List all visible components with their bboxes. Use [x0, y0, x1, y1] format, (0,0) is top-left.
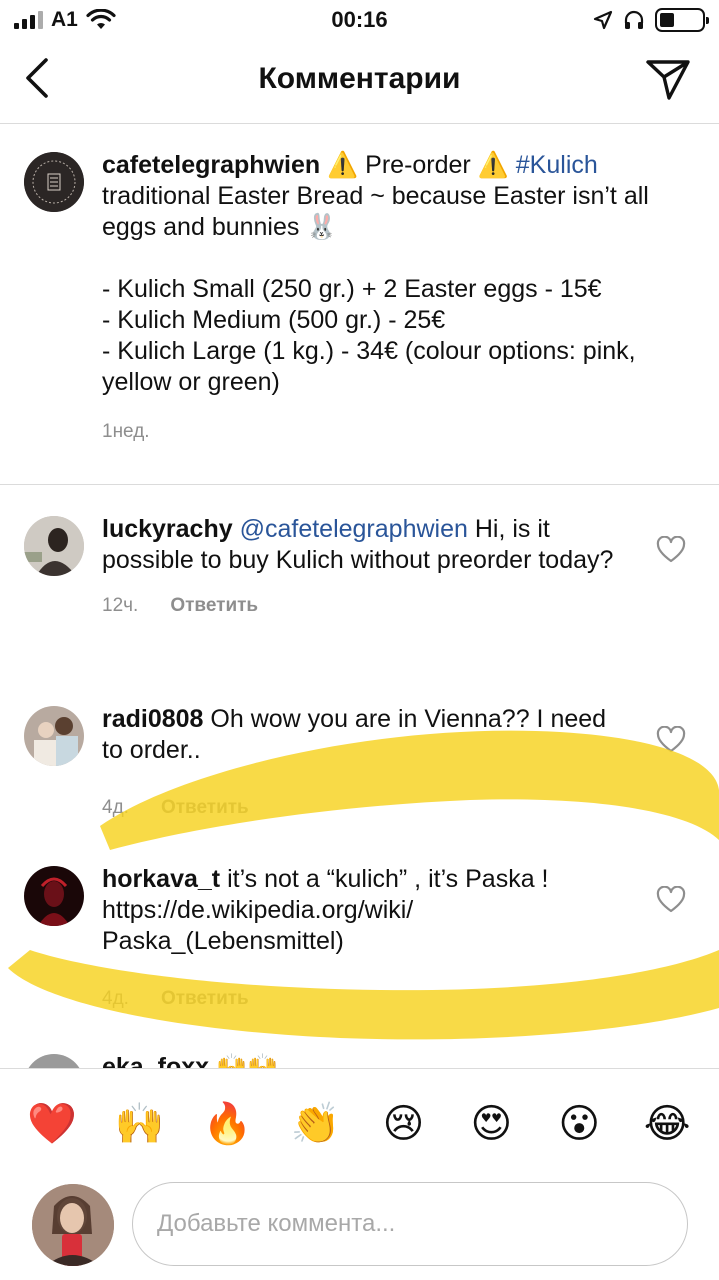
heart-icon[interactable]: [656, 886, 686, 914]
comment-composer: [0, 1178, 719, 1280]
heart-icon[interactable]: [656, 536, 686, 564]
comment-timestamp: 4д.: [102, 988, 129, 1009]
emoji-button-heart[interactable]: ❤️: [21, 1100, 83, 1147]
current-user-avatar: [32, 1184, 114, 1266]
divider: [0, 484, 719, 485]
comment-timestamp: 4д.: [102, 797, 129, 818]
emoji-button-laughing[interactable]: 😂: [636, 1101, 698, 1147]
comment-username[interactable]: horkava_t: [102, 865, 220, 893]
caption-username[interactable]: cafetelegraphwien: [102, 151, 320, 179]
battery-icon: [655, 8, 709, 32]
status-bar: A1 00:16: [0, 0, 719, 40]
avatar[interactable]: [24, 866, 84, 926]
emoji-button-raised-hands[interactable]: 🙌: [109, 1100, 171, 1147]
emoji-button-crying[interactable]: 😢: [372, 1101, 434, 1147]
emoji-button-clap[interactable]: 👏: [285, 1100, 347, 1147]
emoji-quick-bar: ❤️ 🙌 🔥 👏 😢 😍 😮 😂: [0, 1068, 719, 1178]
reply-button[interactable]: Ответить: [161, 792, 249, 823]
emoji-button-heart-eyes[interactable]: 😍: [460, 1101, 522, 1147]
comment-input[interactable]: [132, 1182, 688, 1266]
send-direct-button[interactable]: [645, 58, 691, 102]
avatar[interactable]: [24, 706, 84, 766]
heart-icon[interactable]: [656, 726, 686, 754]
emoji-button-surprised[interactable]: 😮: [548, 1101, 610, 1147]
mention-link[interactable]: @cafetelegraphwien: [240, 515, 468, 543]
comment-username[interactable]: radi0808: [102, 705, 203, 733]
comment-timestamp: 12ч.: [102, 595, 139, 616]
caption-text: cafetelegraphwien ⚠️ Pre-order ⚠️ #Kulic…: [102, 150, 692, 398]
location-arrow-icon: [593, 10, 613, 30]
page-title: Комментарии: [258, 62, 461, 95]
reply-button[interactable]: Ответить: [170, 590, 258, 621]
emoji-button-fire[interactable]: 🔥: [197, 1100, 259, 1147]
caption-body: traditional Easter Bread ~ because Easte…: [102, 182, 649, 396]
hashtag-link[interactable]: #Kulich: [516, 151, 598, 179]
headphones-icon: [624, 10, 644, 29]
nav-bar: Комментарии: [0, 40, 719, 124]
avatar[interactable]: [24, 516, 84, 576]
avatar[interactable]: [24, 152, 84, 212]
cafe-logo-icon: [24, 152, 84, 212]
comment-username[interactable]: luckyrachy: [102, 515, 233, 543]
reply-button[interactable]: Ответить: [161, 983, 249, 1014]
caption-intro: ⚠️ Pre-order ⚠️: [320, 151, 516, 179]
caption-timestamp: 1нед.: [102, 421, 150, 442]
